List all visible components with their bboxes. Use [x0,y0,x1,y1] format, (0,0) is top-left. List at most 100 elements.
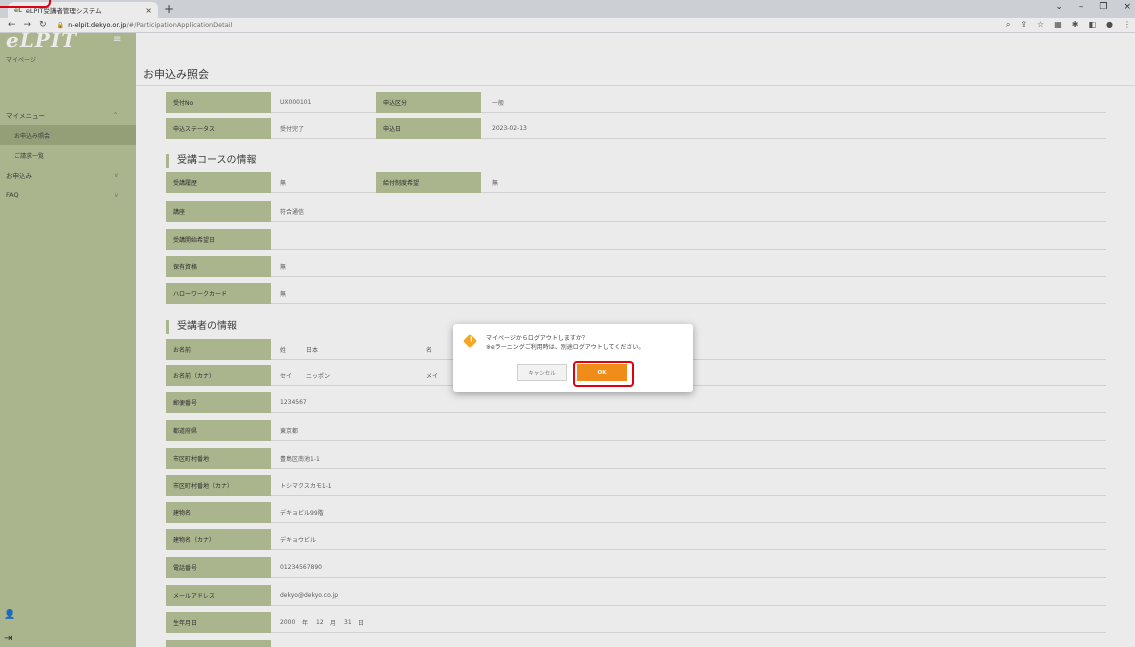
field-label: 郵便番号 [166,392,271,413]
bookmark-star-icon[interactable]: ☆ [1037,20,1044,30]
minimize-icon[interactable]: – [1079,2,1084,12]
sidebar-item-application[interactable]: お申込み v [0,165,136,185]
dialog-note: ※eラーニングご利用時は、別途ログアウトしてください。 [486,344,645,351]
field-value: 無 [280,291,287,298]
ok-button-highlight [573,361,634,387]
field-value: 姓 [280,347,287,354]
field-label: 建物名（カナ） [166,529,271,550]
field-value: 01234567890 [280,564,322,571]
sidebar-item-billing-list[interactable]: ご請求一覧 [0,145,136,165]
field-value: セイ [280,373,293,380]
field-value: 東京都 [280,428,299,435]
table-row: 郵便番号 1234567 [166,392,1106,413]
field-label: お名前 [166,339,271,360]
url-field[interactable]: 🔒 n-elpit.dekyo.or.jp /#/ParticipationAp… [57,21,233,29]
chevron-up-icon: ^ [112,111,118,119]
receipt-no-value: UX000101 [280,99,312,106]
field-label: 建物名 [166,502,271,523]
field-label: 生年月日 [166,612,271,633]
browser-tab-bar: eL eLPIT受講者管理システム × + ⌄ – ❐ × [0,0,1135,18]
sidebar-item-application-inquiry[interactable]: お申込み照会 [0,125,136,145]
field-value: デキョビル99階 [280,510,324,517]
brand-logo[interactable]: eLPIT [6,28,77,52]
field-label: メールアドレス [166,585,271,606]
field-value: 31 [344,619,352,626]
menu-dots-icon[interactable]: ⋮ [1123,20,1131,30]
maximize-icon[interactable]: ❐ [1099,2,1107,12]
field-label: 都道府県 [166,420,271,441]
table-row: 都道府県 東京都 [166,420,1106,441]
share-icon[interactable]: ⇪ [1020,20,1027,30]
field-value: 日本 [306,347,319,354]
table-row: 受講開始希望日 [166,229,1106,250]
field-value: 月 [330,620,337,627]
table-row: 受講履歴 無 給付制度希望 無 [166,172,1106,193]
sidebar-item-faq[interactable]: FAQ v [0,185,136,205]
address-bar: ← → ↻ 🔒 n-elpit.dekyo.or.jp /#/Participa… [0,18,1135,33]
table-row [166,640,1106,647]
warning-icon: ! [462,333,478,349]
table-row: 市区町村番地（カナ） トシマクスカモ1-1 [166,475,1106,496]
field-label: 申込ステータス [166,118,271,139]
field-label: ハローワークカード [166,283,271,304]
section-title-student: 受講者の情報 [166,320,237,334]
divider [136,85,1135,86]
field-value: 無 [280,180,287,187]
table-row: 建物名（カナ） デキョウビル [166,529,1106,550]
field-label: 受講履歴 [166,172,271,193]
zoom-icon[interactable]: ⌕ [1006,20,1010,30]
browser-toolbar: ⌕ ⇪ ☆ ▦ ✱ ◧ ● ⋮ [1006,20,1131,30]
chevron-down-icon: v [114,171,118,179]
field-value: 日 [358,620,365,627]
table-row: 講座 符合通信 [166,201,1106,222]
field-label: 保有資格 [166,256,271,277]
puzzle-icon[interactable]: ✱ [1072,20,1079,30]
sidebar-menu: マイメニュー ^ お申込み照会 ご請求一覧 お申込み v FAQ v [0,105,136,205]
extension-icon[interactable]: ▦ [1054,20,1062,30]
new-tab-icon[interactable]: + [164,2,174,16]
field-label [166,640,271,647]
field-value: 無 [492,180,499,187]
hamburger-menu-icon[interactable]: ≡ [113,34,121,45]
field-label: 市区町村番地（カナ） [166,475,271,496]
tab-search-icon[interactable]: ⌄ [1055,2,1063,12]
logout-icon[interactable]: ⇥ [4,633,12,644]
dialog-message: マイページからログアウトしますか？ [486,335,588,342]
field-value: 名 [426,347,433,354]
table-row: 市区町村番地 豊島区南池1-1 [166,448,1106,469]
mypage-label: マイページ [6,57,36,64]
field-value: 2000 [280,619,296,626]
field-label: 申込日 [376,118,481,139]
field-value: 1234567 [280,399,307,406]
field-label: 市区町村番地 [166,448,271,469]
table-row: 生年月日 2000 年 12 月 31 日 [166,612,1106,633]
table-row: 建物名 デキョビル99階 [166,502,1106,523]
field-value: 無 [280,264,287,271]
field-label: 給付制度希望 [376,172,481,193]
page-title: お申込み照会 [143,68,209,81]
user-icon[interactable]: 👤 [4,610,15,620]
profile-icon[interactable]: ● [1106,20,1113,30]
category-value: 一般 [492,100,505,107]
field-label: 電話番号 [166,557,271,578]
chevron-down-icon: v [114,191,118,199]
close-tab-icon[interactable]: × [145,6,152,15]
sidepanel-icon[interactable]: ◧ [1088,20,1096,30]
corner-highlight [0,0,51,8]
sidebar-item-mymenu[interactable]: マイメニュー ^ [0,105,136,125]
field-value: デキョウビル [280,537,317,544]
table-row: 保有資格 無 [166,256,1106,277]
field-value: 年 [302,620,309,627]
close-window-icon[interactable]: × [1123,2,1131,12]
field-value: 豊島区南池1-1 [280,456,320,463]
table-row: ハローワークカード 無 [166,283,1106,304]
table-row: メールアドレス dekyo@dekyo.co.jp [166,585,1106,606]
cancel-button[interactable]: キャンセル [517,364,567,381]
field-label: 講座 [166,201,271,222]
table-row: 申込ステータス 受付完了 申込日 2023-02-13 [166,118,1106,139]
table-row: 電話番号 01234567890 [166,557,1106,578]
section-title-course: 受講コースの情報 [166,154,257,168]
field-value: 12 [316,619,324,626]
field-label: お名前（カナ） [166,365,271,386]
field-value: トシマクスカモ1-1 [280,483,332,490]
